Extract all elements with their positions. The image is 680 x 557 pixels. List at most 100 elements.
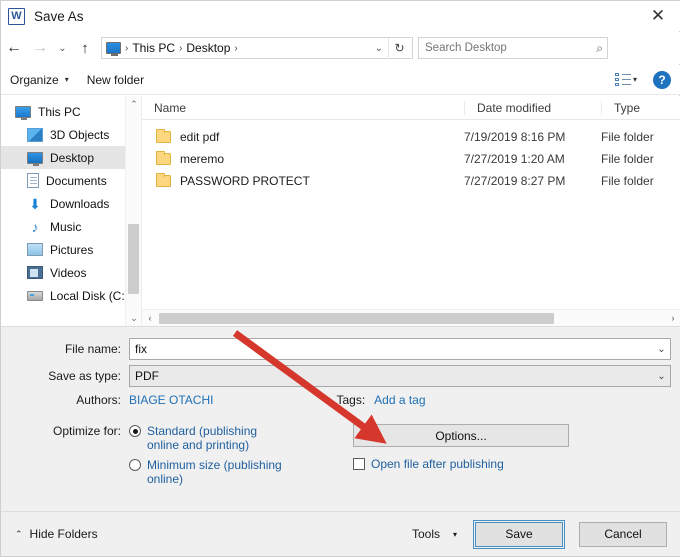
navigation-bar: ← → ⌄ ↑ › This PC › Desktop › ⌄ ↻ ⌕ [1, 32, 680, 64]
file-date-modified-cell: 7/27/2019 8:27 PM [464, 174, 601, 188]
sidebar-item-label: This PC [38, 105, 81, 119]
close-icon[interactable]: ✕ [635, 1, 680, 31]
sidebar-item-downloads[interactable]: ⬇Downloads [1, 192, 141, 215]
search-icon: ⌕ [596, 41, 603, 56]
sidebar-item-label: Downloads [50, 197, 109, 211]
file-name-cell: edit pdf [142, 130, 464, 144]
organize-button[interactable]: Organize ▾ [1, 70, 78, 90]
sidebar-item-documents[interactable]: Documents [1, 169, 141, 192]
file-list-row[interactable]: PASSWORD PROTECT7/27/2019 8:27 PMFile fo… [142, 170, 680, 192]
save-as-type-row: Save as type: PDF ⌄ [1, 365, 680, 387]
toolbar-right-group: ▾ ? [615, 71, 680, 89]
cancel-button[interactable]: Cancel [579, 522, 667, 547]
recent-locations-button[interactable]: ⌄ [53, 35, 72, 61]
sidebar-item-label: Videos [50, 266, 86, 280]
chevron-down-icon: ▾ [65, 75, 69, 84]
sidebar-item-label: Music [50, 220, 81, 234]
scroll-up-button[interactable]: ⌃ [126, 96, 141, 112]
optimize-for-row: Optimize for: Standard (publishing onlin… [1, 424, 680, 486]
back-button[interactable]: ← [1, 35, 27, 61]
scroll-down-button[interactable]: ⌄ [126, 310, 141, 326]
save-as-type-select[interactable]: PDF ⌄ [129, 365, 671, 387]
authors-label: Authors: [1, 393, 129, 407]
sidebar-item-3d-objects[interactable]: 3D Objects [1, 123, 141, 146]
hscroll-thumb[interactable] [159, 313, 554, 324]
file-name-row: File name: fix ⌄ [1, 338, 680, 360]
file-name-text: meremo [180, 152, 224, 166]
sidebar-item-label: 3D Objects [50, 128, 109, 142]
disk-icon [27, 291, 43, 301]
new-folder-button[interactable]: New folder [78, 70, 153, 90]
hide-folders-label: Hide Folders [30, 527, 98, 541]
address-bar[interactable]: › This PC › Desktop › ⌄ ↻ [101, 37, 413, 59]
breadcrumb-item-this-pc[interactable]: This PC [129, 41, 178, 55]
file-type-cell: File folder [601, 152, 680, 166]
toolbar: Organize ▾ New folder ▾ ? [1, 65, 680, 95]
word-icon: W [8, 8, 25, 25]
documents-icon [27, 173, 39, 188]
folder-icon [156, 175, 171, 187]
chevron-down-icon[interactable]: ⌄ [653, 366, 670, 386]
sidebar-item-videos[interactable]: Videos [1, 261, 141, 284]
open-file-after-publishing-label: Open file after publishing [371, 457, 504, 471]
file-name-input[interactable]: fix ⌄ [129, 338, 671, 360]
computer-icon [106, 42, 121, 54]
browser-body: This PC 3D Objects Desktop Documents⬇Downlo… [1, 96, 680, 326]
up-button[interactable]: ↑ [72, 35, 98, 61]
file-list-row[interactable]: edit pdf7/19/2019 8:16 PMFile folder [142, 126, 680, 148]
file-name-text: edit pdf [180, 130, 219, 144]
hscroll-track[interactable] [158, 311, 665, 326]
search-box[interactable]: ⌕ [418, 37, 608, 59]
help-icon[interactable]: ? [653, 71, 671, 89]
desktop-icon [27, 152, 43, 164]
column-header-type[interactable]: Type [601, 101, 680, 115]
3d-objects-icon [27, 128, 43, 142]
save-button[interactable]: Save [475, 522, 563, 547]
sidebar-item-label: Local Disk (C:) [50, 289, 129, 303]
sidebar-item-label: Desktop [50, 151, 94, 165]
sidebar-item-local-disk-c[interactable]: Local Disk (C:) [1, 284, 141, 307]
sidebar-item-music[interactable]: ♪ Music [1, 215, 141, 238]
sidebar-item-pictures[interactable]: Pictures [1, 238, 141, 261]
sidebar-item-desktop[interactable]: Desktop [1, 146, 141, 169]
chevron-down-icon[interactable]: ⌄ [653, 339, 670, 359]
file-list-hscrollbar[interactable]: ‹ › [142, 309, 680, 326]
options-button[interactable]: Options... [353, 424, 569, 447]
breadcrumb-item-desktop[interactable]: Desktop [183, 41, 233, 55]
file-list-header: Name Date modified Type [142, 96, 680, 120]
sidebar-scroll-thumb[interactable] [128, 224, 139, 294]
file-list-row[interactable]: meremo7/27/2019 1:20 AMFile folder [142, 148, 680, 170]
music-icon: ♪ [27, 220, 43, 234]
radio-button[interactable] [129, 425, 141, 437]
authors-value[interactable]: BIAGE OTACHI [129, 393, 213, 407]
scroll-left-button[interactable]: ‹ [142, 310, 158, 326]
optimize-option-minimum-size[interactable]: Minimum size (publishing online) [129, 458, 283, 486]
optimize-option-standard[interactable]: Standard (publishing online and printing… [129, 424, 283, 452]
open-file-after-publishing-checkbox[interactable] [353, 458, 365, 470]
forward-button[interactable]: → [27, 35, 53, 61]
authors-tags-row: Authors: BIAGE OTACHI Tags: Add a tag [1, 393, 680, 407]
add-a-tag-link[interactable]: Add a tag [374, 393, 425, 407]
file-list: Name Date modified Type edit pdf7/19/201… [141, 96, 680, 326]
search-input[interactable] [423, 41, 596, 55]
refresh-icon[interactable]: ↻ [388, 38, 410, 59]
file-name-cell: PASSWORD PROTECT [142, 174, 464, 188]
file-name-value: fix [135, 342, 147, 356]
column-header-date-modified[interactable]: Date modified [464, 101, 601, 115]
column-header-name[interactable]: Name [142, 101, 464, 115]
open-file-after-publishing-row[interactable]: Open file after publishing [353, 457, 569, 471]
scroll-right-button[interactable]: › [665, 310, 680, 326]
pc-icon [15, 106, 31, 118]
chevron-down-icon[interactable]: ⌄ [370, 43, 388, 54]
footer-buttons: Tools ▾ Save Cancel [412, 522, 680, 547]
hide-folders-button[interactable]: ⌃ Hide Folders [15, 527, 98, 541]
chevron-down-icon[interactable]: ▾ [633, 75, 637, 84]
radio-button[interactable] [129, 459, 141, 471]
pictures-icon [27, 243, 43, 256]
tags-label: Tags: [336, 393, 365, 407]
tools-button[interactable]: Tools ▾ [412, 527, 457, 541]
view-layout-icon[interactable] [615, 73, 631, 87]
dialog-footer: ⌃ Hide Folders Tools ▾ Save Cancel [1, 511, 680, 556]
sidebar-scrollbar[interactable]: ⌃ ⌄ [125, 96, 141, 326]
sidebar-item-this-pc[interactable]: This PC [1, 100, 141, 123]
